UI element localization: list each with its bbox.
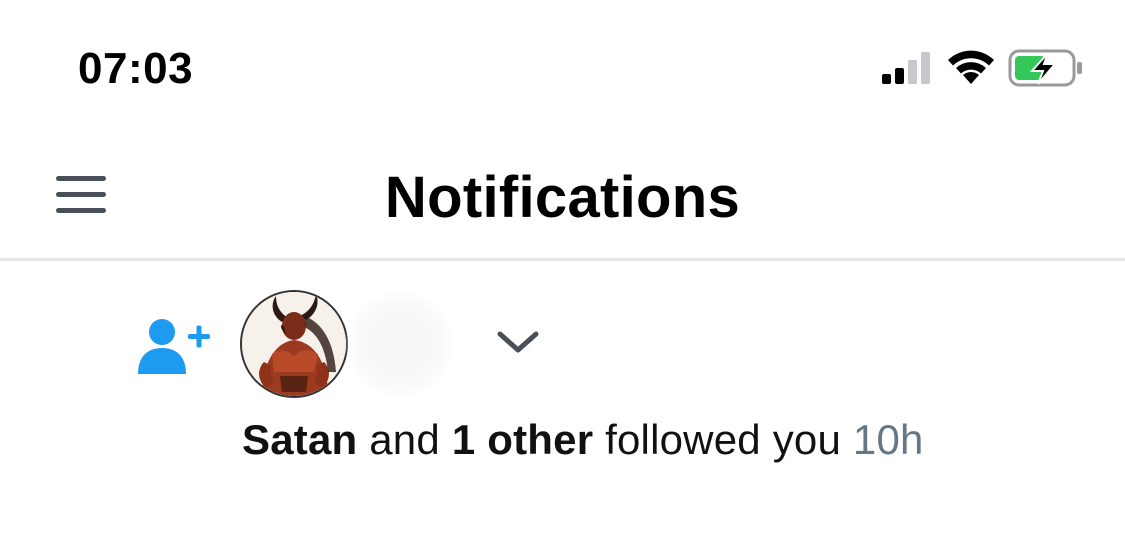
notification-others[interactable]: 1 other [452, 416, 593, 463]
notification-text: Satan and 1 other followed you 10h [242, 416, 924, 464]
header-bar: Notifications [0, 130, 1125, 261]
avatar[interactable] [240, 290, 348, 398]
notification-connector: and [369, 416, 440, 463]
avatar-image [242, 292, 346, 396]
notification-user-name[interactable]: Satan [242, 416, 357, 463]
follow-user-plus-icon [138, 319, 210, 374]
battery-charging-icon [1008, 49, 1082, 87]
notification-item[interactable]: Satan and 1 other followed you 10h [0, 262, 1125, 558]
status-time: 07:03 [78, 44, 194, 93]
chevron-down-icon[interactable] [494, 326, 542, 358]
avatar-placeholder [345, 290, 455, 400]
notification-action: followed you [605, 416, 842, 463]
page-title: Notifications [384, 165, 741, 230]
cellular-signal-icon [882, 52, 930, 84]
status-bar: 07:03 [0, 0, 1125, 130]
notification-timestamp: 10h [852, 416, 924, 463]
wifi-icon [948, 50, 994, 84]
